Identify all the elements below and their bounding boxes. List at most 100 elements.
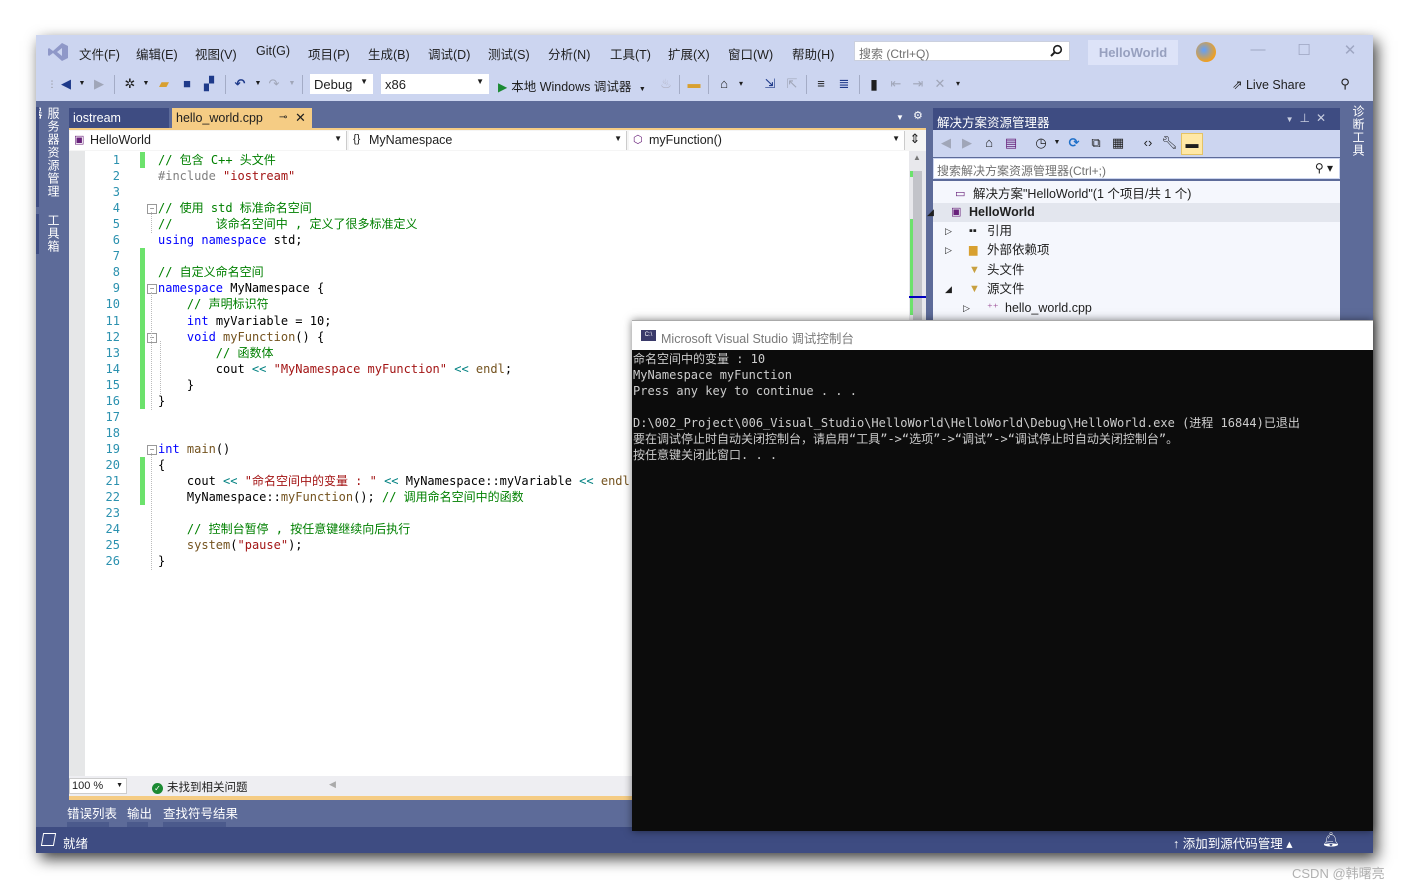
menu-help[interactable]: 帮助(H) bbox=[792, 44, 834, 63]
feedback-icon[interactable]: ⚲ bbox=[1337, 76, 1353, 92]
code-line[interactable]: // 包含 C++ 头文件 bbox=[158, 152, 276, 168]
diagnostic-tools-tab[interactable]: 诊断工具 bbox=[1350, 105, 1367, 157]
menu-build[interactable]: 生成(B) bbox=[368, 44, 410, 63]
code-line[interactable]: int myVariable = 10; bbox=[158, 313, 332, 329]
code-line[interactable]: void myFunction() { bbox=[158, 329, 324, 345]
menu-analyze[interactable]: 分析(N) bbox=[548, 44, 590, 63]
solution-home-icon[interactable]: ⌂ bbox=[716, 76, 732, 92]
tab-error-list[interactable]: 错误列表 bbox=[67, 803, 117, 822]
overflow-icon[interactable]: ▾ bbox=[950, 76, 966, 92]
tab-overflow-icon[interactable]: ▼ bbox=[896, 113, 904, 122]
clear-bookmarks-icon[interactable]: ✕ bbox=[932, 76, 948, 92]
issues-indicator[interactable]: ✓ 未找到相关问题 bbox=[152, 779, 248, 795]
console-title-bar[interactable]: C:\ Microsoft Visual Studio 调试控制台 bbox=[632, 320, 1373, 350]
navigate-back-icon[interactable]: ◀ bbox=[58, 76, 74, 92]
add-to-source-control-button[interactable]: ↑ 添加到源代码管理 ▴ bbox=[1173, 833, 1293, 852]
show-all-files-icon[interactable]: ▦ bbox=[1110, 135, 1126, 151]
collapsed-arrow-icon[interactable]: ▷ bbox=[963, 299, 970, 318]
overflow-icon[interactable]: ▾ bbox=[733, 76, 749, 92]
chevron-down-icon[interactable]: ▼ bbox=[250, 76, 266, 92]
tab-iostream[interactable]: iostream bbox=[69, 108, 169, 128]
step-into-icon[interactable]: ⇲ bbox=[762, 76, 778, 92]
find-in-files-icon[interactable]: ▬ bbox=[686, 76, 702, 92]
account-avatar[interactable] bbox=[1196, 42, 1216, 62]
pending-changes-filter-icon[interactable]: ◷ bbox=[1033, 135, 1049, 151]
gear-icon[interactable]: ⚙ bbox=[913, 109, 923, 122]
code-line[interactable]: // 函数体 bbox=[158, 345, 274, 361]
scroll-thumb[interactable] bbox=[913, 171, 922, 331]
window-position-icon[interactable]: ▼ bbox=[1286, 115, 1300, 124]
platform-dropdown[interactable]: x86 ▼ bbox=[380, 73, 490, 95]
save-all-icon[interactable]: ▞ bbox=[201, 76, 217, 92]
view-code-icon[interactable]: ‹› bbox=[1140, 135, 1156, 151]
expanded-arrow-icon[interactable]: ◢ bbox=[927, 203, 934, 222]
chevron-down-icon[interactable]: ▼ bbox=[138, 76, 154, 92]
configuration-dropdown[interactable]: Debug ▼ bbox=[309, 73, 374, 95]
menu-window[interactable]: 窗口(W) bbox=[728, 44, 773, 63]
code-line[interactable]: namespace MyNamespace { bbox=[158, 280, 324, 296]
scroll-left-icon[interactable]: ◀ bbox=[329, 779, 336, 790]
close-tab-icon[interactable]: ✕ bbox=[295, 108, 306, 128]
menu-debug[interactable]: 调试(D) bbox=[428, 44, 470, 63]
code-line[interactable]: // 声明标识符 bbox=[158, 296, 269, 312]
menu-test[interactable]: 测试(S) bbox=[488, 44, 530, 63]
code-line[interactable]: } bbox=[158, 393, 165, 409]
uncomment-lines-icon[interactable]: ≣ bbox=[836, 76, 852, 92]
member-dropdown[interactable]: ⬡ myFunction() ▼ bbox=[629, 131, 905, 150]
code-line[interactable]: // 该命名空间中 , 定义了很多标准定义 bbox=[158, 216, 417, 232]
redo-icon[interactable]: ↷ bbox=[266, 76, 282, 92]
next-bookmark-icon[interactable]: ⇥ bbox=[910, 76, 926, 92]
bookmark-icon[interactable]: ▮ bbox=[866, 76, 882, 92]
new-project-icon[interactable]: ✲ bbox=[122, 76, 138, 92]
comment-lines-icon[interactable]: ≡ bbox=[813, 76, 829, 92]
properties-wrench-icon[interactable]: 🔧︎ bbox=[1161, 135, 1178, 151]
preview-selected-items-icon[interactable]: ▬ bbox=[1181, 133, 1203, 155]
collapsed-arrow-icon[interactable]: ▷ bbox=[945, 241, 952, 260]
maximize-button[interactable]: ☐ bbox=[1289, 41, 1319, 59]
chevron-down-icon[interactable]: ▼ bbox=[284, 76, 300, 92]
step-over-icon[interactable]: ⇱ bbox=[784, 76, 800, 92]
navigate-forward-icon[interactable]: ▶ bbox=[91, 76, 107, 92]
server-explorer-tab[interactable]: 服务器资源管理器 bbox=[36, 107, 62, 207]
namespace-scope-dropdown[interactable]: {} MyNamespace ▼ bbox=[349, 131, 627, 150]
menu-view[interactable]: 视图(V) bbox=[195, 44, 237, 63]
menu-extensions[interactable]: 扩展(X) bbox=[668, 44, 710, 63]
solution-explorer-search-input[interactable]: 搜索解决方案资源管理器(Ctrl+;) ⚲ ▾ bbox=[933, 158, 1340, 179]
hot-reload-icon[interactable]: ♨ bbox=[658, 76, 674, 92]
code-line[interactable]: #include "iostream" bbox=[158, 168, 295, 184]
menu-tools[interactable]: 工具(T) bbox=[610, 44, 651, 63]
code-line[interactable]: { bbox=[158, 457, 165, 473]
save-icon[interactable]: ■ bbox=[179, 76, 195, 92]
code-line[interactable]: using namespace std; bbox=[158, 232, 303, 248]
tab-output[interactable]: 输出 bbox=[127, 803, 152, 822]
menu-file[interactable]: 文件(F) bbox=[79, 44, 120, 63]
code-line[interactable]: MyNamespace::myFunction(); // 调用命名空间中的函数 bbox=[158, 489, 524, 505]
start-debugging-button[interactable]: ▶ 本地 Windows 调试器 ▼ bbox=[498, 76, 646, 95]
tab-hello-world-cpp[interactable]: hello_world.cpp ⊸ ✕ bbox=[172, 108, 312, 128]
live-share-button[interactable]: ⇗ Live Share bbox=[1232, 77, 1306, 92]
expanded-arrow-icon[interactable]: ◢ bbox=[945, 280, 952, 299]
previous-bookmark-icon[interactable]: ⇤ bbox=[888, 76, 904, 92]
collapse-all-icon[interactable]: ⧉ bbox=[1088, 135, 1104, 151]
open-folder-icon[interactable]: ▰ bbox=[156, 76, 172, 92]
zoom-level-dropdown[interactable]: 100 % ▼ bbox=[69, 778, 127, 794]
menu-git[interactable]: Git(G) bbox=[256, 44, 290, 58]
code-line[interactable]: int main() bbox=[158, 441, 230, 457]
code-line[interactable]: // 使用 std 标准命名空间 bbox=[158, 200, 312, 216]
code-line[interactable]: } bbox=[158, 553, 165, 569]
menu-project[interactable]: 项目(P) bbox=[308, 44, 350, 63]
back-icon[interactable]: ◀ bbox=[938, 135, 954, 151]
pin-icon[interactable]: ⊥ bbox=[1299, 111, 1315, 125]
menu-edit[interactable]: 编辑(E) bbox=[136, 44, 178, 63]
chevron-down-icon[interactable]: ▼ bbox=[74, 76, 90, 92]
toolbox-tab[interactable]: 工具箱 bbox=[36, 214, 62, 254]
forward-icon[interactable]: ▶ bbox=[959, 135, 975, 151]
tab-find-symbol-results[interactable]: 查找符号结果 bbox=[163, 803, 238, 822]
close-window-button[interactable]: ✕ bbox=[1335, 41, 1365, 59]
close-icon[interactable]: ✕ bbox=[1316, 111, 1332, 125]
switch-views-icon[interactable]: ▤ bbox=[1003, 135, 1019, 151]
project-scope-dropdown[interactable]: ▣ HelloWorld ▼ bbox=[70, 131, 347, 150]
debug-console-window[interactable]: C:\ Microsoft Visual Studio 调试控制台 命名空间中的… bbox=[632, 320, 1373, 831]
sync-icon[interactable]: ⟳ bbox=[1066, 135, 1082, 151]
split-editor-icon[interactable]: ⇕ bbox=[906, 131, 924, 150]
